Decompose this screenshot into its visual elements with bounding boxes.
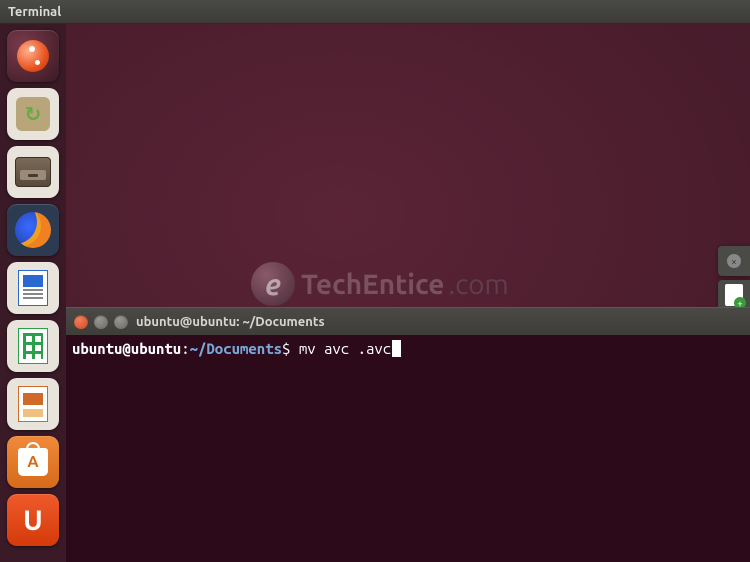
terminal-cursor xyxy=(392,340,401,357)
window-maximize-button[interactable] xyxy=(114,315,128,329)
terminal-prompt-userhost: ubuntu@ubuntu xyxy=(72,340,181,357)
notification-newfile-stub[interactable] xyxy=(718,280,750,310)
terminal-title: ubuntu@ubuntu: ~/Documents xyxy=(136,315,325,329)
ubuntu-software-icon xyxy=(18,448,48,476)
menubar-app-label[interactable]: Terminal xyxy=(8,5,61,19)
watermark-text-1: TechEntice xyxy=(301,269,444,300)
notification-close-stub[interactable]: × xyxy=(718,246,750,276)
new-document-icon xyxy=(725,284,743,306)
watermark: e TechEntice .com xyxy=(251,262,509,306)
launcher-libreoffice-calc[interactable] xyxy=(7,320,59,372)
watermark-text-2: .com xyxy=(448,269,508,300)
launcher-archive-manager[interactable] xyxy=(7,146,59,198)
software-updater-icon xyxy=(16,97,50,131)
terminal-prompt-path: ~/Documents xyxy=(190,340,282,357)
libreoffice-writer-icon xyxy=(18,270,48,306)
desktop: e TechEntice .com × ubuntu@ubuntu: ~/Doc… xyxy=(66,24,750,562)
libreoffice-calc-icon xyxy=(18,328,48,364)
window-minimize-button[interactable] xyxy=(94,315,108,329)
launcher-libreoffice-impress[interactable] xyxy=(7,378,59,430)
terminal-prompt-sep2: $ xyxy=(282,340,299,357)
launcher-firefox[interactable] xyxy=(7,204,59,256)
window-close-button[interactable] xyxy=(74,315,88,329)
firefox-icon xyxy=(15,212,51,248)
terminal-body[interactable]: ubuntu@ubuntu:~/Documents$ mv avc .avc xyxy=(66,335,750,363)
window-controls xyxy=(74,315,128,329)
top-menubar[interactable]: Terminal xyxy=(0,0,750,24)
terminal-window: ubuntu@ubuntu: ~/Documents ubuntu@ubuntu… xyxy=(66,307,750,562)
terminal-prompt-sep1: : xyxy=(181,340,189,357)
watermark-badge-icon: e xyxy=(251,262,295,306)
libreoffice-impress-icon xyxy=(18,386,48,422)
unity-launcher: U xyxy=(0,24,66,562)
archive-manager-icon xyxy=(15,157,51,187)
terminal-command: mv avc .avc xyxy=(299,340,391,357)
close-icon: × xyxy=(727,254,741,268)
launcher-libreoffice-writer[interactable] xyxy=(7,262,59,314)
launcher-ubuntu-software[interactable] xyxy=(7,436,59,488)
terminal-titlebar[interactable]: ubuntu@ubuntu: ~/Documents xyxy=(66,307,750,335)
launcher-software-updater[interactable] xyxy=(7,88,59,140)
ubuntu-dash-icon xyxy=(17,40,49,72)
launcher-ubuntu-one[interactable]: U xyxy=(7,494,59,546)
launcher-dash[interactable] xyxy=(7,30,59,82)
ubuntu-one-icon: U xyxy=(15,502,51,538)
